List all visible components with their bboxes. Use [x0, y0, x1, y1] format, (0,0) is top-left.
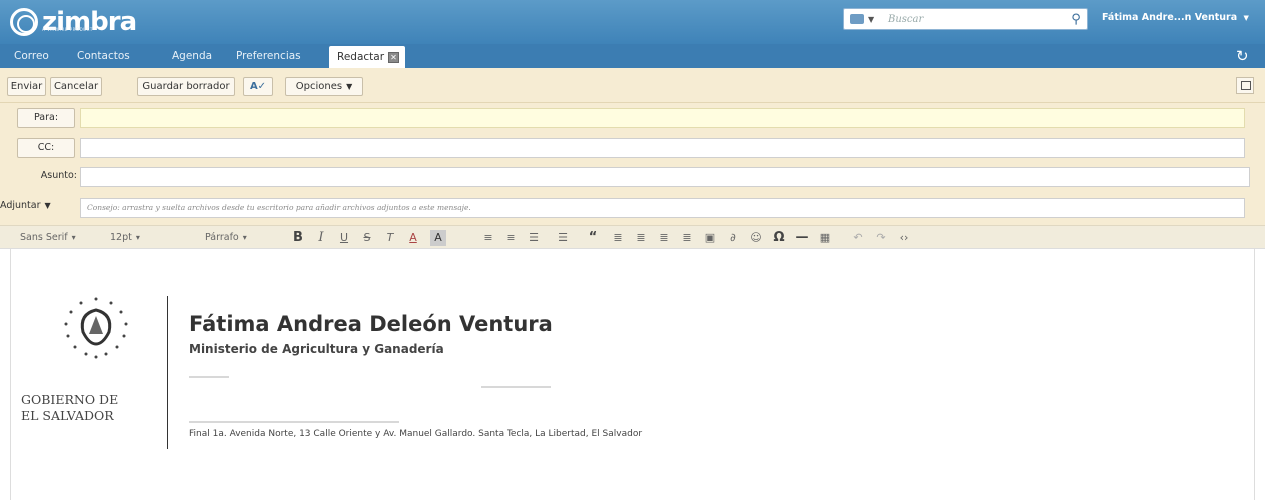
blockquote-icon[interactable]: “ [585, 230, 601, 246]
to-button[interactable]: Para: [17, 108, 75, 128]
emoji-icon[interactable]: ☺ [748, 230, 764, 246]
app-header: zimbra A VMWARE PRODUCT ▼ Buscar ⚲ Fátim… [0, 0, 1265, 44]
government-line-2: EL SALVADOR [21, 408, 114, 423]
spellcheck-button[interactable]: A✓ [243, 77, 273, 96]
clear-formatting-icon[interactable]: T [382, 230, 398, 246]
to-field[interactable] [80, 108, 1245, 128]
link-icon[interactable]: ∂ [725, 230, 741, 246]
compose-header-fields: Para: CC: Asunto: Adjuntar ▼ Consejo: arr… [0, 103, 1265, 225]
text-color-icon[interactable]: A [405, 230, 421, 246]
justify-center-icon[interactable]: ≣ [633, 230, 649, 246]
special-character-icon[interactable]: Ω [771, 230, 787, 246]
cc-button[interactable]: CC: [17, 138, 75, 158]
mail-icon [850, 14, 864, 24]
refresh-icon[interactable]: ↻ [1236, 47, 1249, 65]
close-icon[interactable]: ✕ [388, 51, 400, 63]
image-icon[interactable]: ▣ [702, 230, 718, 246]
government-line-1: GOBIERNO DE [21, 392, 119, 407]
message-body-editor[interactable]: GOBIERNO DE EL SALVADOR Fátima Andrea De… [10, 249, 1255, 500]
search-box[interactable]: ▼ Buscar ⚲ [843, 8, 1088, 30]
background-color-icon[interactable]: A [430, 230, 446, 246]
source-code-icon[interactable]: ‹› [896, 230, 912, 246]
paragraph-format-select[interactable]: Párrafo ▾ [205, 226, 247, 250]
subject-field[interactable] [80, 167, 1250, 187]
options-button[interactable]: Opciones ▼ [285, 77, 363, 96]
font-family-select[interactable]: Sans Serif ▾ [20, 226, 76, 250]
font-size-value: 12pt [110, 232, 132, 243]
logo-subtitle: A VMWARE PRODUCT [42, 27, 93, 32]
user-menu[interactable]: Fátima Andre...n Ventura ▼ [1102, 12, 1249, 23]
user-name: Fátima Andre...n Ventura [1102, 12, 1238, 23]
attach-label: Adjuntar [0, 200, 41, 211]
italic-icon[interactable]: I [313, 230, 329, 246]
paragraph-format-value: Párrafo [205, 232, 239, 243]
table-icon[interactable]: ▦ [817, 230, 833, 246]
zimbra-logo[interactable]: zimbra [10, 5, 137, 39]
attachment-drop-zone[interactable]: Consejo: arrastra y suelta archivos desd… [80, 198, 1245, 218]
formatting-toolbar: Sans Serif ▾ 12pt ▾ Párrafo ▾ B I U S T A A… [0, 225, 1265, 249]
open-in-new-window-icon[interactable] [1236, 77, 1254, 94]
chevron-down-icon: ▾ [135, 233, 140, 242]
chevron-down-icon: ▼ [44, 201, 51, 210]
chevron-down-icon: ▾ [242, 233, 247, 242]
search-scope-dropdown[interactable]: ▼ [844, 14, 888, 24]
compose-toolbar: Enviar Cancelar Guardar borrador A✓ Opci… [0, 68, 1265, 103]
justify-full-icon[interactable]: ≣ [679, 230, 695, 246]
tab-contactos[interactable]: Contactos [77, 44, 130, 68]
faint-text-line [189, 376, 229, 378]
faint-text-line [189, 421, 399, 423]
tab-redactar[interactable]: Redactar ✕ [329, 46, 406, 68]
bullet-list-icon[interactable]: ☰ [526, 230, 542, 246]
strikethrough-icon[interactable]: S [359, 230, 375, 246]
chevron-down-icon: ▼ [868, 14, 875, 24]
el-salvador-emblem-icon [64, 297, 128, 359]
redo-icon[interactable]: ↷ [873, 230, 889, 246]
bold-icon[interactable]: B [290, 230, 306, 246]
zimbra-logo-icon [10, 8, 38, 36]
signature-name: Fátima Andrea Deleón Ventura [189, 312, 553, 336]
save-draft-button[interactable]: Guardar borrador [137, 77, 235, 96]
tab-preferencias[interactable]: Preferencias [236, 44, 301, 68]
signature-address: Final 1a. Avenida Norte, 13 Calle Orient… [189, 429, 643, 439]
search-input[interactable]: Buscar [888, 14, 1065, 25]
chevron-down-icon: ▼ [346, 82, 353, 91]
font-size-select[interactable]: 12pt ▾ [110, 226, 140, 250]
tab-correo[interactable]: Correo [14, 44, 49, 68]
chevron-down-icon: ▼ [1243, 14, 1249, 22]
tab-redactar-label: Redactar [337, 51, 385, 63]
justify-left-icon[interactable]: ≣ [610, 230, 626, 246]
signature-divider [167, 296, 168, 449]
faint-text-line [481, 386, 551, 388]
chevron-down-icon: ▾ [71, 233, 76, 242]
app-nav: Correo Contactos Agenda Preferencias Red… [0, 44, 1265, 68]
spellcheck-icon: A✓ [249, 81, 267, 92]
underline-icon[interactable]: U [336, 230, 352, 246]
cc-field[interactable] [80, 138, 1245, 158]
cancel-button[interactable]: Cancelar [50, 77, 102, 96]
align-left-icon[interactable]: ≡ [480, 230, 496, 246]
tab-agenda[interactable]: Agenda [172, 44, 212, 68]
numbered-list-icon[interactable]: ☰ [555, 230, 571, 246]
attach-button[interactable]: Adjuntar ▼ [0, 200, 78, 211]
subject-label: Asunto: [40, 170, 77, 181]
align-center-icon[interactable]: ≡ [503, 230, 519, 246]
font-family-value: Sans Serif [20, 232, 68, 243]
options-label: Opciones [295, 81, 343, 92]
justify-right-icon[interactable]: ≣ [656, 230, 672, 246]
send-button[interactable]: Enviar [7, 77, 46, 96]
search-icon[interactable]: ⚲ [1065, 12, 1087, 27]
horizontal-rule-icon[interactable]: — [794, 230, 810, 246]
signature-ministry: Ministerio de Agricultura y Ganadería [189, 342, 444, 356]
undo-icon[interactable]: ↶ [850, 230, 866, 246]
